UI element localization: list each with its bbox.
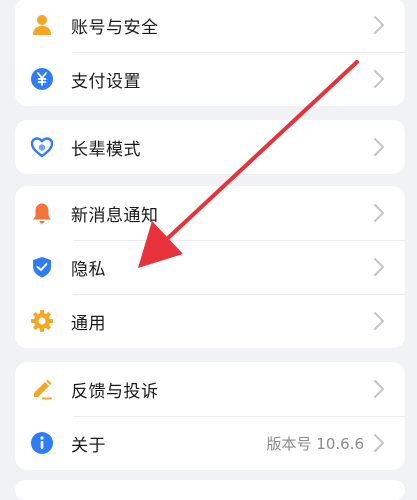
info-icon <box>30 431 54 455</box>
chevron-right-icon <box>374 16 384 34</box>
settings-item-label: 隐私 <box>71 259 106 280</box>
settings-group-general: 新消息通知 隐私 通用 <box>15 186 405 348</box>
chevron-right-icon <box>374 70 384 88</box>
settings-item-label: 支付设置 <box>71 71 141 92</box>
settings-item-label: 通用 <box>71 313 106 334</box>
chevron-right-icon <box>374 138 384 156</box>
settings-item-feedback[interactable]: 反馈与投诉 <box>15 362 405 416</box>
settings-item-privacy[interactable]: 隐私 <box>15 240 405 294</box>
person-icon <box>30 13 54 37</box>
settings-group-elder: 长辈模式 <box>15 120 405 174</box>
settings-item-label: 新消息通知 <box>71 205 159 226</box>
settings-item-notifications[interactable]: 新消息通知 <box>15 186 405 240</box>
shield-icon <box>30 255 54 279</box>
settings-item-account-security[interactable]: 账号与安全 <box>15 0 405 52</box>
gear-icon <box>30 309 54 333</box>
chevron-right-icon <box>374 204 384 222</box>
settings-item-label: 关于 <box>71 435 106 456</box>
settings-item-about[interactable]: 关于 版本号 10.6.6 <box>15 416 405 470</box>
yuan-icon <box>30 67 54 91</box>
pencil-icon <box>30 377 54 401</box>
settings-item-label: 反馈与投诉 <box>71 381 159 402</box>
version-number: 版本号 10.6.6 <box>266 434 364 453</box>
chevron-right-icon <box>374 380 384 398</box>
chevron-right-icon <box>374 312 384 330</box>
settings-group-partial <box>15 480 405 500</box>
settings-item-label: 账号与安全 <box>71 17 159 38</box>
bell-icon <box>30 201 54 225</box>
chevron-right-icon <box>374 434 384 452</box>
chevron-right-icon <box>374 258 384 276</box>
settings-item-general[interactable]: 通用 <box>15 294 405 348</box>
settings-item-elder-mode[interactable]: 长辈模式 <box>15 120 405 174</box>
settings-item-label: 长辈模式 <box>71 139 141 160</box>
heart-icon <box>30 135 54 159</box>
settings-group-account: 账号与安全 支付设置 <box>15 0 405 106</box>
settings-item-payment[interactable]: 支付设置 <box>15 52 405 106</box>
settings-group-about: 反馈与投诉 关于 版本号 10.6.6 <box>15 362 405 470</box>
